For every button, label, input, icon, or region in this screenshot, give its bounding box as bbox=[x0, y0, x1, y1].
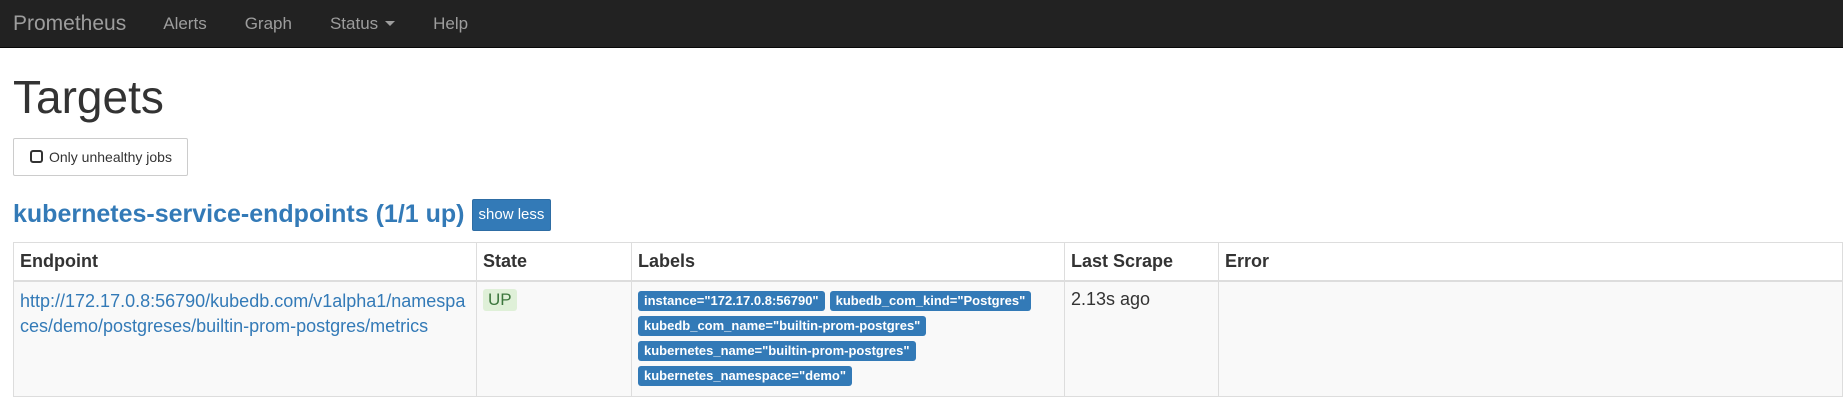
endpoint-link[interactable]: http://172.17.0.8:56790/kubedb.com/v1alp… bbox=[20, 289, 470, 339]
page-title: Targets bbox=[13, 71, 164, 123]
nav-graph[interactable]: Graph bbox=[245, 15, 292, 32]
label-kubernetes-name: kubernetes_name="builtin-prom-postgres" bbox=[638, 341, 916, 362]
last-scrape-value: 2.13s ago bbox=[1071, 289, 1151, 310]
job-title-link[interactable]: kubernetes-service-endpoints (1/1 up) bbox=[13, 200, 465, 229]
brand-link[interactable]: Prometheus bbox=[13, 13, 126, 34]
label-instance: instance="172.17.0.8:56790" bbox=[638, 291, 825, 312]
label-kubedb-com-name: kubedb_com_name="builtin-prom-postgres" bbox=[638, 316, 927, 337]
label-kubernetes-namespace: kubernetes_namespace="demo" bbox=[638, 366, 853, 387]
column-header-error: Error bbox=[1218, 241, 1843, 283]
last-scrape-cell: 2.13s ago bbox=[1064, 280, 1219, 398]
label-kubedb-com-kind: kubedb_com_kind="Postgres" bbox=[829, 291, 1032, 312]
table-row: http://172.17.0.8:56790/kubedb.com/v1alp… bbox=[13, 280, 1843, 398]
table-header-row: Endpoint State Labels Last Scrape Error bbox=[13, 241, 1843, 283]
show-less-button[interactable]: show less bbox=[471, 198, 552, 231]
nav-status-label: Status bbox=[329, 14, 379, 33]
only-unhealthy-jobs-button[interactable]: Only unhealthy jobs bbox=[13, 137, 188, 176]
caret-down-icon bbox=[385, 21, 396, 26]
job-header: kubernetes-service-endpoints (1/1 up) sh… bbox=[13, 198, 1830, 231]
targets-table: Endpoint State Labels Last Scrape Error … bbox=[13, 241, 1843, 398]
column-header-state: State bbox=[476, 241, 632, 283]
labels-cell: instance="172.17.0.8:56790" kubedb_com_k… bbox=[631, 280, 1065, 398]
state-cell: UP bbox=[476, 280, 632, 398]
top-navbar: Prometheus Alerts Graph Status Help bbox=[0, 0, 1843, 48]
column-header-labels: Labels bbox=[631, 241, 1065, 283]
endpoint-cell: http://172.17.0.8:56790/kubedb.com/v1alp… bbox=[13, 280, 477, 398]
checkbox-icon bbox=[30, 150, 43, 164]
nav-status-dropdown[interactable]: Status bbox=[329, 14, 396, 33]
main-content: Targets Only unhealthy jobs kubernetes-s… bbox=[0, 71, 1843, 398]
labels-list: instance="172.17.0.8:56790" kubedb_com_k… bbox=[638, 289, 1058, 389]
state-badge: UP bbox=[483, 289, 517, 312]
column-header-endpoint: Endpoint bbox=[13, 241, 477, 283]
nav-help[interactable]: Help bbox=[433, 15, 468, 32]
nav-alerts[interactable]: Alerts bbox=[163, 15, 206, 32]
only-unhealthy-jobs-label: Only unhealthy jobs bbox=[49, 148, 172, 165]
error-cell bbox=[1218, 280, 1843, 398]
column-header-last-scrape: Last Scrape bbox=[1064, 241, 1219, 283]
